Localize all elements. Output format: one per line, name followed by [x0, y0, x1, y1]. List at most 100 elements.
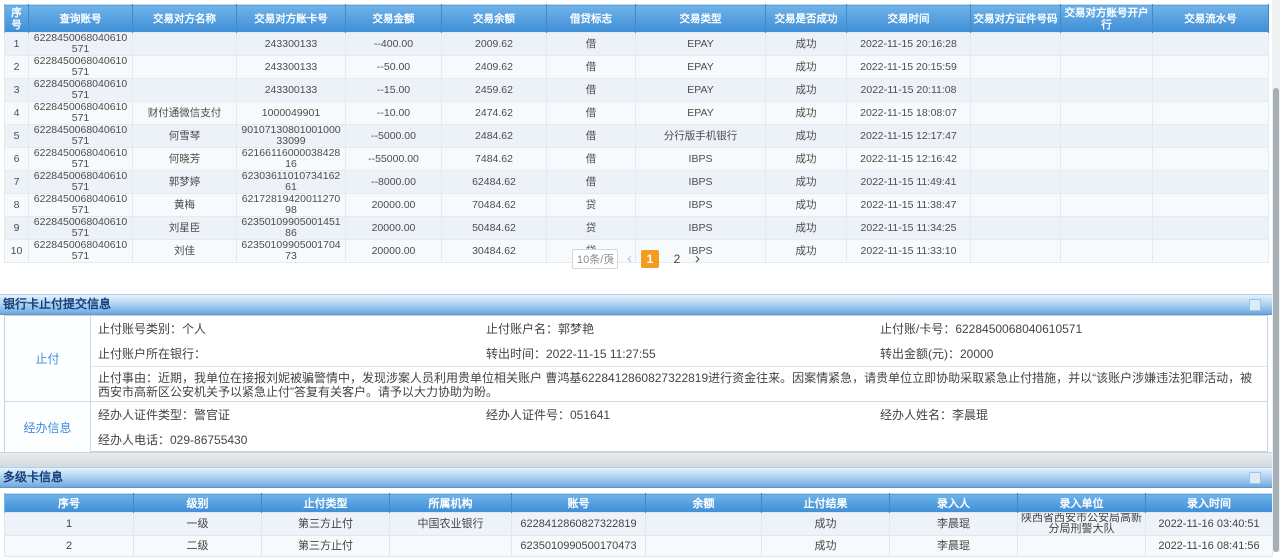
column-header: 余额 [646, 494, 762, 513]
cell: 1000049901 [237, 102, 346, 125]
cell: 刘星臣 [133, 217, 237, 240]
cell: 9010713080100100033099 [237, 125, 346, 148]
column-header: 所属机构 [390, 494, 512, 513]
cell: 70484.62 [442, 194, 547, 217]
cell: 成功 [766, 102, 847, 125]
section-divider [0, 452, 1272, 467]
column-header: 借贷标志 [547, 5, 636, 33]
cell [971, 148, 1061, 171]
page-size-select[interactable]: 10条/页 [572, 249, 618, 269]
cell: 2022-11-15 11:49:41 [847, 171, 971, 194]
column-header: 序号 [5, 5, 29, 33]
cell [1018, 536, 1146, 557]
cell: IBPS [636, 194, 766, 217]
section-title: 银行卡止付提交信息 [3, 297, 111, 311]
table-row: 1一级第三方止付中国农业银行6228412860827322819成功李晨琨陕西… [5, 513, 1273, 536]
cell: 6228450068040610571 [29, 217, 133, 240]
page-number-1[interactable]: 1 [641, 250, 659, 268]
next-page-icon[interactable]: › [695, 250, 700, 268]
cell: 62484.62 [442, 171, 547, 194]
cell [1061, 148, 1153, 171]
column-header: 交易是否成功 [766, 5, 847, 33]
column-header: 交易对方名称 [133, 5, 237, 33]
cell [1061, 102, 1153, 125]
cell: 1 [5, 513, 134, 536]
column-header: 交易时间 [847, 5, 971, 33]
cell: --50.00 [346, 56, 442, 79]
cell [971, 56, 1061, 79]
cell [971, 171, 1061, 194]
table-row: 96228450068040610571刘星臣62350109905001451… [5, 217, 1269, 240]
table-row: 2二级第三方止付6235010990500170473成功李晨琨2022-11-… [5, 536, 1273, 557]
cell: EPAY [636, 33, 766, 56]
cell: 50484.62 [442, 217, 547, 240]
cell: 2 [5, 56, 29, 79]
cell: 6217281942001127098 [237, 194, 346, 217]
cell: 何雪琴 [133, 125, 237, 148]
cell: 6228450068040610571 [29, 148, 133, 171]
cell: 成功 [766, 33, 847, 56]
cell [971, 217, 1061, 240]
field-agent-name: 经办人姓名：李晨琨 [880, 406, 1267, 423]
cell: 2022-11-15 12:16:42 [847, 148, 971, 171]
cell: 6228450068040610571 [29, 194, 133, 217]
header-row: 序号级别止付类型所属机构账号余额止付结果录入人录入单位录入时间 [5, 494, 1273, 513]
column-header: 查询账号 [29, 5, 133, 33]
cell: 借 [547, 102, 636, 125]
cell: 20000.00 [346, 194, 442, 217]
cell: --400.00 [346, 33, 442, 56]
page-scrollbar[interactable] [1272, 0, 1280, 552]
cell: 何晓芳 [133, 148, 237, 171]
cell [971, 102, 1061, 125]
column-header: 交易对方账卡号 [237, 5, 346, 33]
cell: 分行版手机银行 [636, 125, 766, 148]
cell [390, 536, 512, 557]
cell: 6228450068040610571 [29, 56, 133, 79]
multilevel-card-table: 序号级别止付类型所属机构账号余额止付结果录入人录入单位录入时间1一级第三方止付中… [4, 493, 1273, 557]
cell: 黄梅 [133, 194, 237, 217]
cell: 5 [5, 125, 29, 148]
cell: 成功 [762, 536, 890, 557]
table-row: 36228450068040610571243300133--15.002459… [5, 79, 1269, 102]
cell: 243300133 [237, 33, 346, 56]
cell: 8 [5, 194, 29, 217]
field-bank: 止付账户所在银行： [98, 345, 486, 362]
cell: 李晨琨 [890, 536, 1018, 557]
cell: 6228450068040610571 [29, 171, 133, 194]
prev-page-icon[interactable]: ‹ [627, 250, 632, 268]
cell [971, 125, 1061, 148]
cell: --15.00 [346, 79, 442, 102]
cell: 二级 [134, 536, 262, 557]
cell [1153, 148, 1269, 171]
scrollbar-thumb[interactable] [1273, 88, 1279, 552]
agent-info-row: 经办信息 经办人证件类型：警官证 经办人证件号：051641 经办人姓名：李晨琨… [5, 401, 1267, 453]
column-header: 录入时间 [1146, 494, 1273, 513]
cell: 借 [547, 125, 636, 148]
collapse-icon[interactable] [1249, 299, 1261, 311]
cell: 成功 [766, 148, 847, 171]
cell: 6228450068040610571 [29, 33, 133, 56]
cell: 2022-11-15 20:11:08 [847, 79, 971, 102]
header-row: 序号查询账号交易对方名称交易对方账卡号交易金额交易余额借贷标志交易类型交易是否成… [5, 5, 1269, 33]
page-number-2[interactable]: 2 [668, 250, 686, 268]
cell: 2 [5, 536, 134, 557]
cell: 2022-11-15 20:15:59 [847, 56, 971, 79]
cell [971, 194, 1061, 217]
cell [1153, 56, 1269, 79]
column-header: 止付结果 [762, 494, 890, 513]
cell: 6228450068040610571 [29, 79, 133, 102]
table-row: 66228450068040610571何晓芳62166116000038428… [5, 148, 1269, 171]
column-header: 序号 [5, 494, 134, 513]
collapse-icon[interactable] [1249, 472, 1261, 484]
cell: 李晨琨 [890, 513, 1018, 536]
cell [1153, 33, 1269, 56]
cell: 2409.62 [442, 56, 547, 79]
cell: 20000.00 [346, 217, 442, 240]
stop-payment-reason: 止付事由：近期，我单位在接报刘妮被骗警情中，发现涉案人员利用贵单位相关账户 曹鸿… [91, 366, 1267, 399]
cell: 陕西省西安市公安局高新分局刑警大队 [1018, 513, 1146, 536]
cell: 第三方止付 [262, 536, 390, 557]
cell: 成功 [766, 125, 847, 148]
cell: --5000.00 [346, 125, 442, 148]
cell: 6228450068040610571 [29, 102, 133, 125]
stop-payment-row: 止付 止付账号类别：个人 止付账户名：郭梦艳 止付账/卡号：6228450068… [5, 316, 1267, 401]
